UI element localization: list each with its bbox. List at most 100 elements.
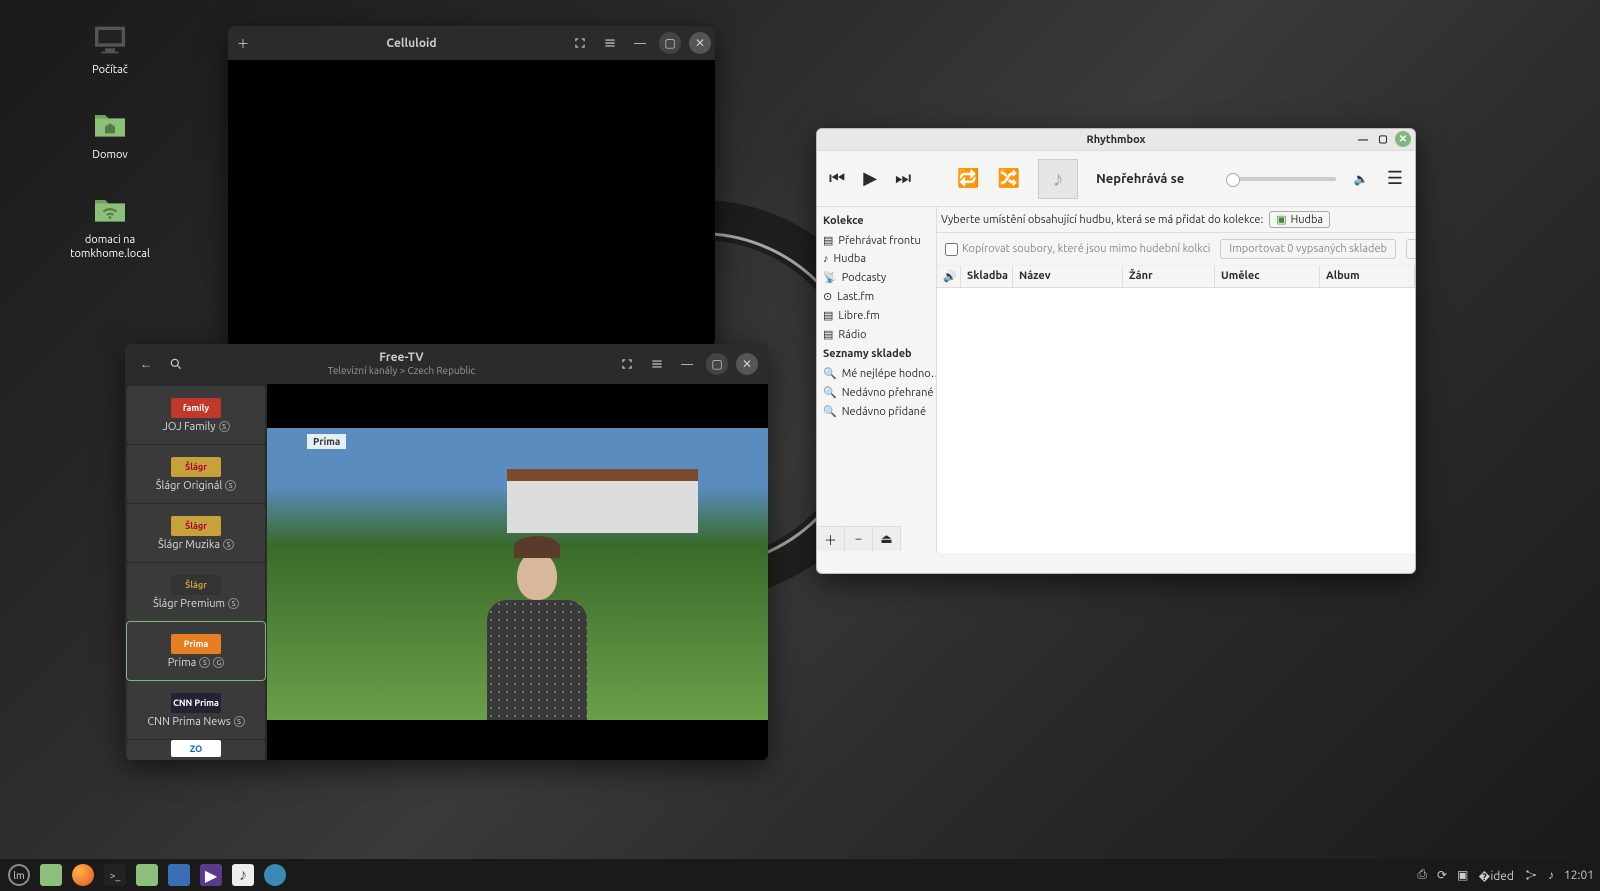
sidebar-item[interactable]: 🔍Nedávno přidané — [817, 402, 936, 421]
channel-name: Šlágr Muzika — [158, 539, 220, 551]
col-genre[interactable]: Žánr — [1123, 266, 1215, 287]
col-track[interactable]: Skladba — [961, 266, 1013, 287]
channel-name: JOJ Family — [162, 421, 215, 433]
desktop-icon-area: Počítač Domov domaci na tomkhome.local — [50, 20, 170, 289]
fullscreen-icon[interactable] — [616, 353, 638, 375]
minimize-button[interactable]: — — [676, 353, 698, 375]
menu-icon[interactable] — [646, 353, 668, 375]
prev-button[interactable]: ⏮ — [829, 168, 845, 189]
celluloid-window: ＋ Celluloid — ▢ ✕ — [228, 26, 715, 346]
track-list-header: 🔊 Skladba Název Žánr Umělec Album — [937, 266, 1415, 288]
play-button[interactable]: ▶ — [863, 168, 877, 189]
tray-network-icon[interactable] — [1524, 868, 1538, 882]
back-button[interactable]: ← — [135, 353, 157, 375]
tray-shield-icon[interactable]: ▣ — [1457, 868, 1468, 882]
volume-slider[interactable] — [1226, 177, 1336, 181]
channel-item[interactable]: ZO — [127, 740, 265, 760]
tray-network-icon[interactable]: �ided — [1478, 867, 1514, 884]
folder-network-icon — [90, 190, 130, 230]
desktop-icon-computer[interactable]: Počítač — [50, 20, 170, 77]
next-button[interactable]: ⏭ — [895, 168, 911, 189]
show-desktop-button[interactable] — [38, 862, 64, 888]
channel-item[interactable]: CNN Prima CNN Prima NewsS — [127, 681, 265, 739]
music-icon: ♪ — [232, 864, 254, 886]
channel-logo: family — [171, 398, 221, 418]
folder-icon: ▣ — [1276, 213, 1286, 226]
col-title[interactable]: Název — [1013, 266, 1123, 287]
import-button[interactable]: Importovat 0 vypsaných skladeb — [1220, 239, 1396, 259]
menu-icon[interactable] — [599, 32, 621, 54]
import-location-row: Vyberte umístění obsahující hudbu, která… — [937, 207, 1415, 233]
folder-home-icon — [90, 105, 130, 145]
maximize-button[interactable]: ▢ — [659, 32, 681, 54]
eject-button[interactable]: ⏏ — [873, 527, 901, 551]
track-list[interactable] — [937, 288, 1415, 553]
minimize-button[interactable]: — — [629, 32, 651, 54]
close-button[interactable]: ✕ — [736, 353, 758, 375]
menu-icon[interactable]: ☰ — [1387, 168, 1403, 189]
video-letterbox-bottom — [267, 720, 768, 760]
sidebar-item[interactable]: ♪Hudba — [817, 250, 936, 268]
app-launcher-1[interactable] — [166, 862, 192, 888]
col-artist[interactable]: Umělec — [1215, 266, 1320, 287]
search-icon[interactable] — [165, 353, 187, 375]
add-playlist-button[interactable]: ＋ — [817, 527, 845, 551]
rhythmbox-sidebar: Kolekce ▤Přehrávat frontu♪Hudba📡Podcasty… — [817, 207, 937, 553]
desktop-icon-home[interactable]: Domov — [50, 105, 170, 162]
sidebar-item-icon: ▤ — [823, 234, 833, 247]
firefox-launcher[interactable] — [70, 862, 96, 888]
maximize-button[interactable]: ▢ — [1375, 131, 1391, 147]
celluloid-video-area[interactable] — [228, 60, 715, 346]
tray-icon-1[interactable]: ⎙ — [1417, 868, 1427, 882]
tray-sound-icon[interactable]: ♪ — [1548, 868, 1554, 882]
desktop-icon-networkshare[interactable]: domaci na tomkhome.local — [50, 190, 170, 260]
volume-icon[interactable]: 🔈 — [1354, 172, 1369, 186]
sidebar-item[interactable]: 🔍Mé nejlépe hodno… — [817, 364, 936, 383]
celluloid-headerbar: ＋ Celluloid — ▢ ✕ — [228, 26, 715, 60]
sidebar-item[interactable]: ▤Libre.fm — [817, 306, 936, 325]
minimize-button[interactable]: — — [1355, 131, 1371, 147]
fullscreen-icon[interactable] — [569, 32, 591, 54]
import-location-chooser[interactable]: ▣ Hudba — [1269, 211, 1330, 228]
maximize-button[interactable]: ▢ — [706, 353, 728, 375]
channel-item[interactable]: Šlágr Šlágr OriginálS — [127, 445, 265, 503]
freetv-channel-list[interactable]: family JOJ FamilySŠlágr Šlágr OriginálSŠ… — [125, 384, 267, 760]
rhythmbox-title: Rhythmbox — [1087, 134, 1146, 146]
channel-item[interactable]: Prima PrimaSG — [127, 622, 265, 680]
sidebar-item-icon: ♪ — [823, 253, 829, 265]
sidebar-item[interactable]: 🔍Nedávno přehrané — [817, 383, 936, 402]
freetv-video-pane[interactable]: Prima — [267, 384, 768, 760]
channel-item[interactable]: Šlágr Šlágr PremiumS — [127, 563, 265, 621]
start-menu-button[interactable]: lm — [6, 862, 32, 888]
add-button[interactable]: ＋ — [232, 32, 254, 54]
sidebar-item[interactable]: ⊙Last.fm — [817, 287, 936, 306]
clock[interactable]: 12:01 — [1564, 869, 1594, 882]
repeat-button[interactable]: 🔁 — [957, 168, 979, 189]
close-button[interactable]: ✕ — [689, 32, 711, 54]
import-close-button[interactable]: Zavřít — [1406, 239, 1415, 259]
col-album[interactable]: Album — [1320, 266, 1415, 287]
channel-logo: Šlágr — [171, 575, 221, 595]
shuffle-button[interactable]: 🔀 — [998, 168, 1020, 189]
sidebar-item[interactable]: ▤Rádio — [817, 325, 936, 344]
files-launcher[interactable] — [134, 862, 160, 888]
copy-files-checkbox[interactable]: Kopírovat soubory, které jsou mimo hudeb… — [945, 243, 1210, 256]
col-playing-icon[interactable]: 🔊 — [937, 266, 961, 287]
terminal-launcher[interactable]: >_ — [102, 862, 128, 888]
remove-playlist-button[interactable]: − — [845, 527, 873, 551]
channel-logo: Prima — [171, 634, 221, 654]
tray-update-icon[interactable]: ⟳ — [1437, 868, 1447, 882]
close-button[interactable]: ✕ — [1395, 131, 1411, 147]
sidebar-item-label: Přehrávat frontu — [838, 235, 920, 247]
rhythmbox-launcher[interactable]: ♪ — [230, 862, 256, 888]
freetv-title: Free-TV — [191, 351, 612, 365]
sidebar-item-label: Nedávno přehrané — [842, 387, 934, 399]
sidebar-item[interactable]: ▤ Přehrávat frontu — [817, 231, 936, 250]
media-player-launcher[interactable]: ▶ — [198, 862, 224, 888]
copy-files-checkbox-input[interactable] — [945, 243, 958, 256]
sidebar-item-label: Rádio — [838, 329, 866, 341]
channel-item[interactable]: Šlágr Šlágr MuzikaS — [127, 504, 265, 562]
channel-item[interactable]: family JOJ FamilyS — [127, 386, 265, 444]
app-launcher-2[interactable] — [262, 862, 288, 888]
sidebar-item[interactable]: 📡Podcasty — [817, 268, 936, 287]
